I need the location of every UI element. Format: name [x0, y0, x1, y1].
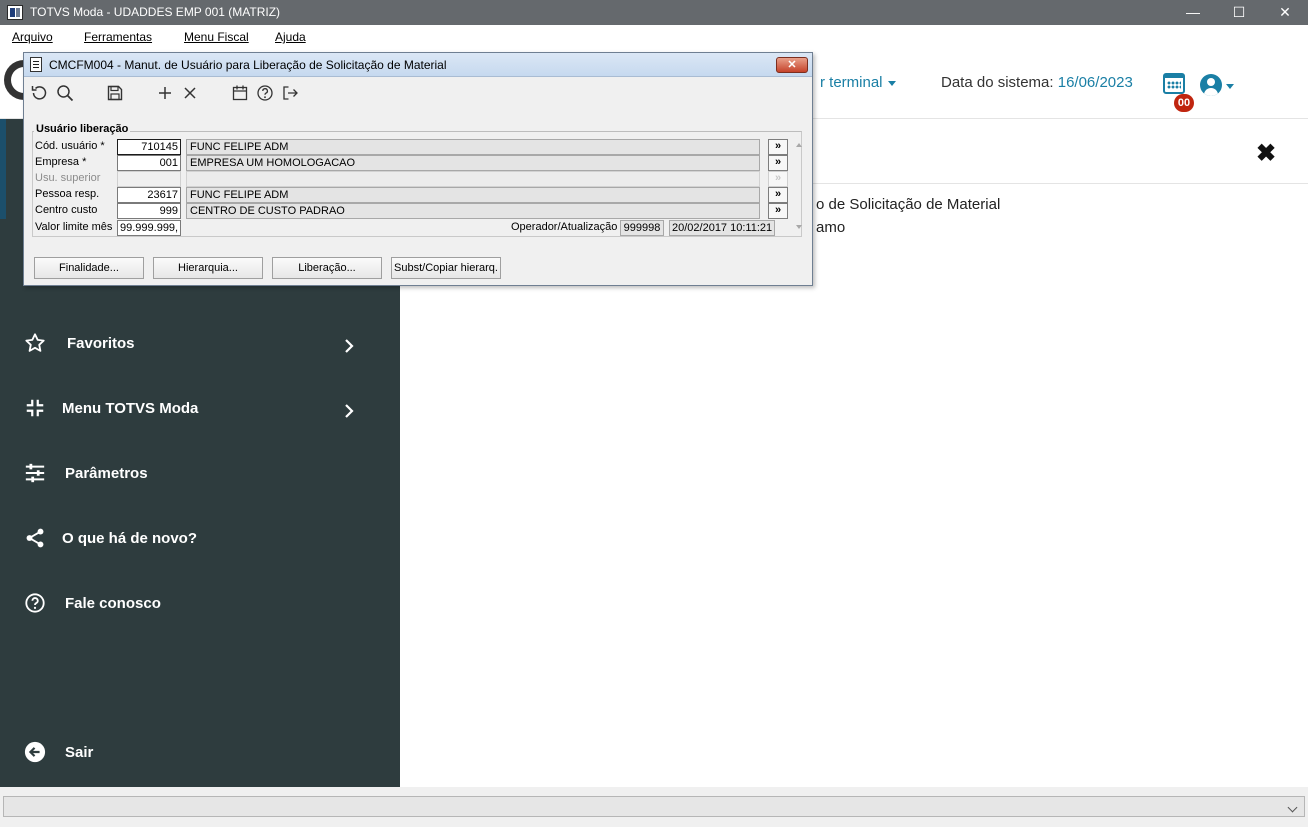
content-item-title: o de Solicitação de Material — [816, 196, 1001, 213]
system-date-value: 16/06/2023 — [1057, 74, 1133, 91]
save-icon[interactable] — [105, 83, 125, 103]
valor-limite-input[interactable]: 99.999.999,( — [117, 220, 181, 236]
field-label-cod-usuario: Cód. usuário * — [35, 140, 105, 152]
dialog-toolbar — [24, 78, 812, 108]
pessoa-resp-lookup-button[interactable]: » — [768, 187, 788, 203]
maximize-button[interactable]: ☐ — [1216, 0, 1262, 25]
hierarquia-button[interactable]: Hierarquia... — [153, 257, 263, 279]
subst-copiar-hierarquia-button[interactable]: Subst/Copiar hierarq. — [391, 257, 501, 279]
group-title: Usuário liberação — [34, 123, 131, 135]
sidebar-item-fale-conosco[interactable]: Fale conosco — [0, 584, 400, 624]
scroll-up-icon[interactable] — [796, 143, 802, 147]
help-icon — [25, 593, 45, 613]
field-label-usu-superior: Usu. superior — [35, 172, 101, 184]
menu-ferramentas[interactable]: Ferramentas — [84, 30, 152, 44]
minimize-button[interactable]: — — [1170, 0, 1216, 25]
operator-label: Operador/Atualização — [511, 221, 618, 233]
window-title: TOTVS Moda - UDADDES EMP 001 (MATRIZ) — [30, 5, 281, 19]
chevron-right-icon — [345, 404, 354, 418]
status-bar — [0, 787, 1308, 827]
status-combo[interactable] — [3, 796, 1305, 817]
sliders-icon — [25, 463, 45, 483]
sidebar-item-label: Parâmetros — [65, 465, 148, 482]
pessoa-resp-input[interactable]: 23617 — [117, 187, 181, 203]
sidebar-item-label: Sair — [65, 744, 94, 761]
calendar-badge: 00 — [1174, 94, 1194, 112]
menu-arquivo[interactable]: Arquivo — [12, 30, 53, 44]
calendar-icon[interactable] — [230, 83, 250, 103]
document-icon — [30, 57, 42, 72]
add-icon[interactable] — [155, 83, 175, 103]
dialog-titlebar: CMCFM004 - Manut. de Usuário para Libera… — [24, 53, 812, 77]
pessoa-resp-desc: FUNC FELIPE ADM — [186, 187, 760, 203]
calendar-icon[interactable] — [1163, 73, 1185, 94]
close-window-button[interactable]: ✕ — [1262, 0, 1308, 25]
user-menu-caret-icon[interactable] — [1226, 84, 1234, 89]
centro-custo-input[interactable]: 999 — [117, 203, 181, 219]
sidebar-item-label: O que há de novo? — [62, 530, 198, 547]
sidebar-item-novidades[interactable]: O que há de novo? — [0, 519, 400, 559]
system-date: Data do sistema: 16/06/2023 — [941, 74, 1133, 91]
undo-icon[interactable] — [29, 83, 49, 103]
sidebar-item-label: Menu TOTVS Moda — [62, 400, 199, 417]
dialog-cmcfm004: CMCFM004 - Manut. de Usuário para Libera… — [23, 52, 813, 286]
empresa-input[interactable]: 001 — [117, 155, 181, 171]
window-titlebar: TOTVS Moda - UDADDES EMP 001 (MATRIZ) — … — [0, 0, 1308, 25]
cod-usuario-input[interactable]: 710145 — [117, 139, 181, 155]
usu-superior-desc — [186, 171, 760, 187]
app-icon — [7, 5, 23, 20]
field-label-centro-custo: Centro custo — [35, 204, 98, 216]
chevron-right-icon — [345, 339, 354, 353]
close-panel-icon[interactable]: ✖ — [1256, 139, 1276, 168]
dialog-close-button[interactable]: ✕ — [776, 57, 808, 73]
help-icon[interactable] — [255, 83, 275, 103]
exit-icon[interactable] — [280, 83, 300, 103]
chevron-down-icon — [1287, 802, 1298, 813]
delete-icon[interactable] — [180, 83, 200, 103]
menu-ajuda[interactable]: Ajuda — [275, 30, 306, 44]
centro-custo-desc: CENTRO DE CUSTO PADRAO — [186, 203, 760, 219]
cod-usuario-desc: FUNC FELIPE ADM — [186, 139, 760, 155]
cod-usuario-lookup-button[interactable]: » — [768, 139, 788, 155]
operator-date: 20/02/2017 10:11:21 — [669, 220, 775, 236]
field-label-valor-limite: Valor limite mês — [35, 221, 113, 233]
collapse-icon — [26, 399, 44, 417]
field-label-empresa: Empresa * — [35, 156, 87, 168]
dialog-title: CMCFM004 - Manut. de Usuário para Libera… — [49, 58, 447, 72]
arrow-left-icon — [24, 741, 46, 763]
search-icon[interactable] — [55, 83, 75, 103]
sidebar-item-label: Fale conosco — [65, 595, 161, 612]
sidebar-item-label: Favoritos — [67, 335, 135, 352]
sidebar-item-favoritos[interactable]: Favoritos — [0, 324, 400, 364]
sidebar-item-sair[interactable]: Sair — [0, 733, 400, 773]
finalidade-button[interactable]: Finalidade... — [34, 257, 144, 279]
operator-code: 999998 — [620, 220, 664, 236]
centro-custo-lookup-button[interactable]: » — [768, 203, 788, 219]
menu-fiscal[interactable]: Menu Fiscal — [184, 30, 249, 44]
user-avatar-icon[interactable] — [1200, 74, 1222, 96]
sidebar-accent — [0, 119, 6, 219]
sidebar-item-menu-totvs-moda[interactable]: Menu TOTVS Moda — [0, 389, 400, 429]
share-icon — [26, 528, 44, 548]
sidebar-item-parametros[interactable]: Parâmetros — [0, 454, 400, 494]
field-label-pessoa-resp: Pessoa resp. — [35, 188, 100, 200]
empresa-lookup-button[interactable]: » — [768, 155, 788, 171]
terminal-selector[interactable]: r terminal — [820, 74, 896, 91]
usu-superior-lookup-button: » — [768, 171, 788, 187]
empresa-desc: EMPRESA UM HOMOLOGACAO — [186, 155, 760, 171]
liberacao-button[interactable]: Liberação... — [272, 257, 382, 279]
scroll-down-icon[interactable] — [796, 225, 802, 229]
usu-superior-input — [117, 171, 181, 187]
star-icon — [25, 333, 45, 352]
system-date-label: Data do sistema: — [941, 74, 1054, 91]
menu-bar: Arquivo Ferramentas Menu Fiscal Ajuda — [0, 25, 1308, 45]
content-item-subtitle: amo — [816, 219, 846, 236]
